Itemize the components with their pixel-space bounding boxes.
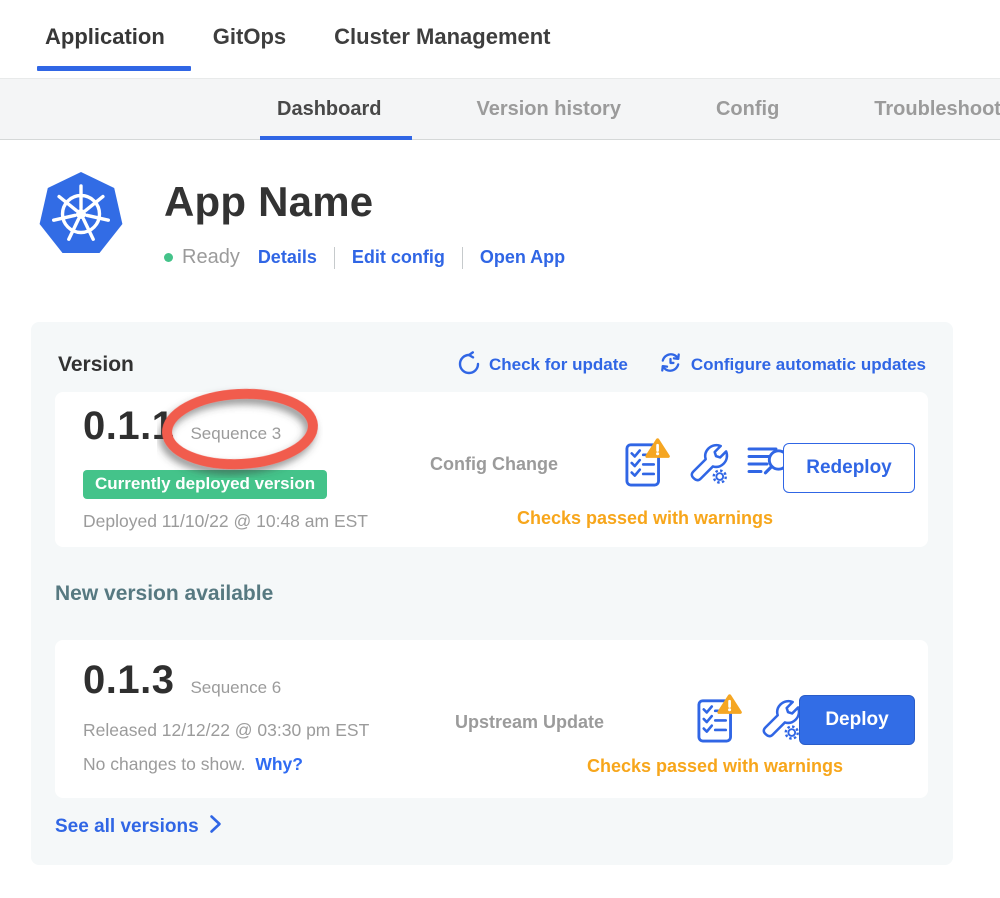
version-panel-title: Version xyxy=(58,353,134,377)
app-header: App Name Ready Details Edit config Open … xyxy=(38,170,565,269)
nav-item-cluster-management[interactable]: Cluster Management xyxy=(334,24,550,50)
new-version-heading: New version available xyxy=(55,582,273,606)
preflight-checklist-warning-icon[interactable] xyxy=(625,436,671,493)
preflight-status-text: Checks passed with warnings xyxy=(560,756,870,777)
current-version-sequence: Sequence 3 xyxy=(190,424,281,444)
current-version-card: 0.1.1 Sequence 3 Currently deployed vers… xyxy=(55,392,928,547)
see-all-versions-link[interactable]: See all versions xyxy=(55,814,222,840)
details-link[interactable]: Details xyxy=(258,247,317,268)
kubernetes-logo-icon xyxy=(38,170,124,269)
preflight-status-text: Checks passed with warnings xyxy=(485,508,805,529)
active-tab-underline xyxy=(260,136,412,140)
check-for-update-link[interactable]: Check for update xyxy=(457,350,628,380)
preflight-checklist-warning-icon[interactable] xyxy=(697,692,743,749)
nav-item-application[interactable]: Application xyxy=(45,24,165,50)
released-timestamp: Released 12/12/22 @ 03:30 pm EST xyxy=(83,720,369,741)
available-version-number: 0.1.3 xyxy=(83,658,174,703)
deploy-button[interactable]: Deploy xyxy=(799,695,915,745)
tab-dashboard[interactable]: Dashboard xyxy=(260,98,398,121)
config-wrench-icon[interactable] xyxy=(686,438,731,492)
see-all-versions-label: See all versions xyxy=(55,816,199,838)
check-for-update-label: Check for update xyxy=(489,355,628,375)
scheduled-update-icon xyxy=(658,350,683,380)
app-tab-bar: Dashboard Version history Config Trouble… xyxy=(0,78,1000,140)
divider xyxy=(462,247,463,269)
chevron-right-icon xyxy=(209,814,222,840)
refresh-icon xyxy=(457,351,481,380)
available-version-card: 0.1.3 Sequence 6 Released 12/12/22 @ 03:… xyxy=(55,640,928,798)
version-source-type: Upstream Update xyxy=(455,712,604,733)
status-dot-icon xyxy=(164,253,173,262)
page-title: App Name xyxy=(164,178,565,226)
active-nav-underline xyxy=(37,66,191,71)
version-panel: Version Check for update xyxy=(31,322,953,865)
configure-automatic-updates-link[interactable]: Configure automatic updates xyxy=(658,350,926,380)
divider xyxy=(334,247,335,269)
nav-item-gitops[interactable]: GitOps xyxy=(213,24,286,50)
version-source-type: Config Change xyxy=(430,454,558,475)
config-wrench-icon[interactable] xyxy=(758,694,803,748)
available-version-sequence: Sequence 6 xyxy=(190,678,281,698)
currently-deployed-badge: Currently deployed version xyxy=(83,470,327,499)
edit-config-link[interactable]: Edit config xyxy=(352,247,445,268)
why-link[interactable]: Why? xyxy=(255,754,303,774)
current-version-number: 0.1.1 xyxy=(83,404,174,449)
tab-config[interactable]: Config xyxy=(699,98,796,121)
configure-automatic-updates-label: Configure automatic updates xyxy=(691,355,926,375)
no-changes-text: No changes to show. xyxy=(83,754,245,774)
tab-troubleshoot[interactable]: Troubleshoot xyxy=(857,98,1000,121)
redeploy-button[interactable]: Redeploy xyxy=(783,443,915,493)
primary-nav: Application GitOps Cluster Management xyxy=(0,0,1000,78)
status-badge: Ready xyxy=(182,246,240,269)
tab-version-history[interactable]: Version history xyxy=(459,98,638,121)
deployed-timestamp: Deployed 11/10/22 @ 10:48 am EST xyxy=(83,511,368,532)
open-app-link[interactable]: Open App xyxy=(480,247,565,268)
